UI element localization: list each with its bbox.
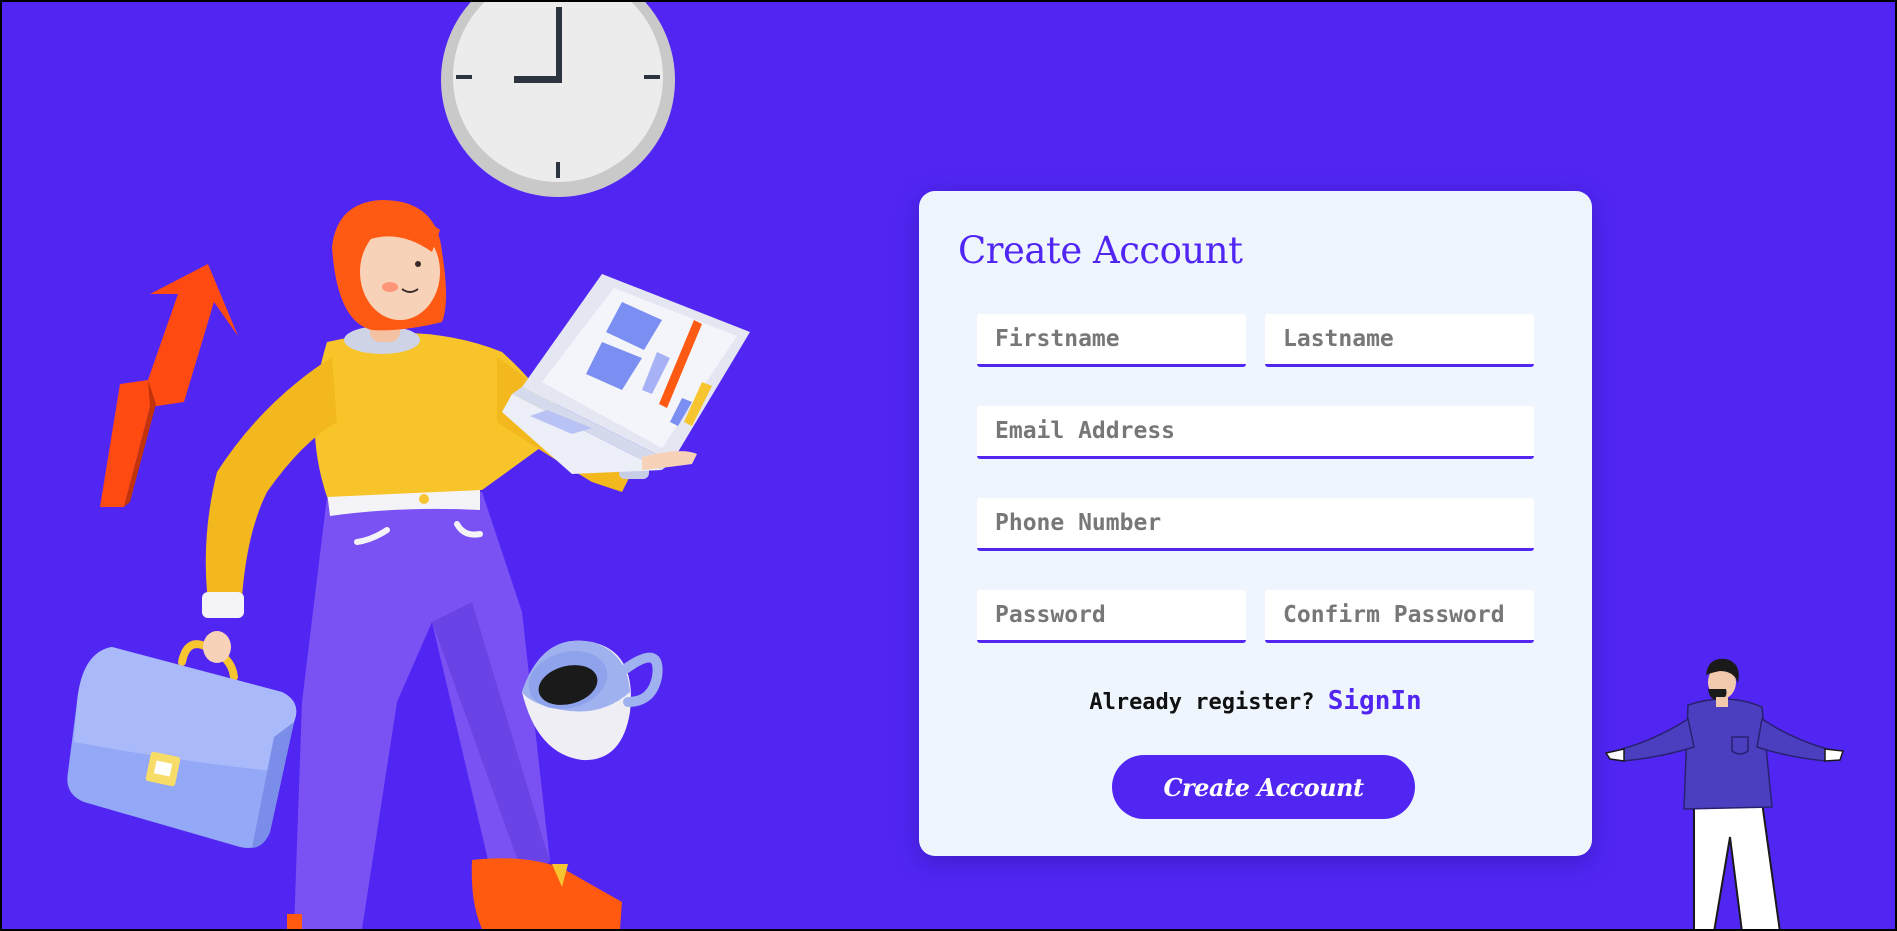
email-input[interactable] (977, 406, 1534, 459)
lastname-input[interactable] (1265, 314, 1534, 367)
password-input[interactable] (977, 590, 1246, 643)
firstname-input[interactable] (977, 314, 1246, 367)
page-background: Create Account Already register? SignIn … (2, 2, 1895, 929)
signin-link[interactable]: SignIn (1328, 686, 1422, 716)
phone-input[interactable] (977, 498, 1534, 551)
signin-prompt-row: Already register? SignIn (919, 686, 1592, 716)
man-shrugging-illustration (1602, 657, 1862, 929)
growth-arrow-icon (100, 264, 238, 507)
briefcase-icon (67, 631, 297, 848)
create-account-button[interactable]: Create Account (1112, 755, 1415, 819)
confirm-password-input[interactable] (1265, 590, 1534, 643)
create-account-card: Create Account Already register? SignIn … (919, 191, 1592, 856)
signin-prompt-text: Already register? (1089, 690, 1315, 715)
clock-icon (441, 2, 675, 197)
form-title: Create Account (958, 229, 1243, 272)
coffee-mug-icon (522, 640, 663, 761)
laptop-icon (502, 274, 750, 474)
hero-illustration (2, 2, 762, 929)
